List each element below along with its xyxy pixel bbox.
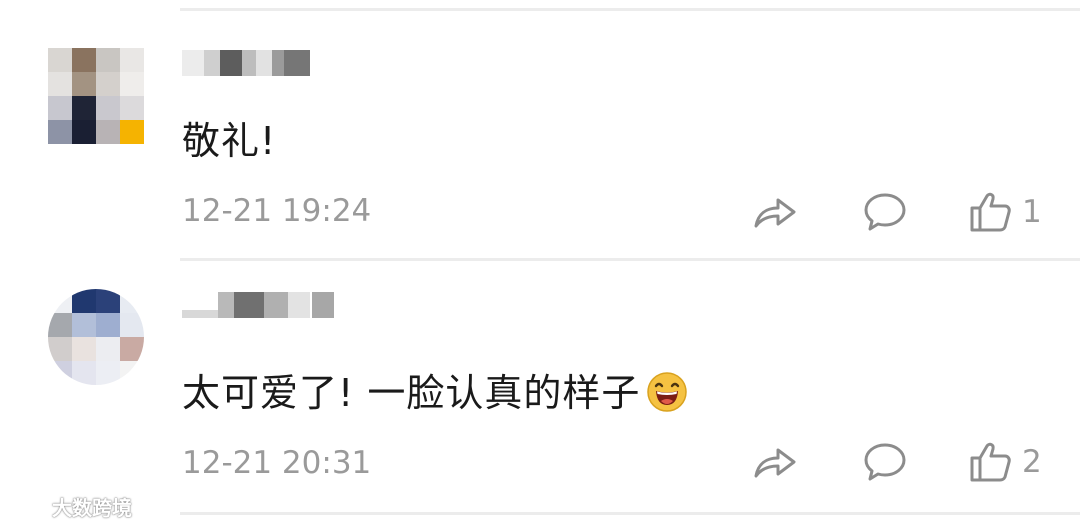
like-button[interactable]: 2 — [968, 437, 1042, 487]
comment-time: 12-21 20:31 — [182, 445, 372, 481]
share-arrow-icon — [754, 448, 796, 478]
comment-item: 太可爱了! 一脸认真的样子 12-21 20:31 2 — [0, 262, 1080, 512]
divider — [180, 512, 1080, 515]
watermark-text: 大数跨境 — [52, 496, 132, 520]
laughing-face-icon — [646, 371, 688, 422]
comment-button[interactable] — [862, 437, 908, 487]
divider — [180, 258, 1080, 261]
comment-bubble-icon — [864, 443, 906, 481]
share-arrow-icon — [754, 198, 796, 228]
watermark-logo-icon — [10, 497, 46, 515]
comment-item: 敬礼! 12-21 19:24 1 — [0, 0, 1080, 258]
comment-button[interactable] — [862, 187, 908, 237]
avatar[interactable] — [48, 289, 144, 385]
comment-actions: 2 — [740, 437, 1060, 487]
avatar[interactable] — [48, 48, 144, 144]
comment-time: 12-21 19:24 — [182, 193, 372, 229]
comment-list-page: 敬礼! 12-21 19:24 1 太可爱了! 一脸认真的样子 12-21 20… — [0, 0, 1080, 526]
comment-text-content: 太可爱了! 一脸认真的样子 — [182, 371, 641, 415]
share-button[interactable] — [752, 437, 798, 487]
username-blurred[interactable] — [182, 288, 342, 320]
comment-text: 敬礼! — [182, 119, 277, 163]
thumbs-up-icon — [970, 442, 1011, 482]
watermark: 大数跨境 — [8, 492, 132, 521]
like-button[interactable]: 1 — [968, 187, 1042, 237]
share-button[interactable] — [752, 187, 798, 237]
like-count: 2 — [1022, 444, 1042, 480]
comment-text: 太可爱了! 一脸认真的样子 — [182, 362, 688, 422]
like-count: 1 — [1022, 194, 1042, 230]
comment-bubble-icon — [864, 193, 906, 231]
comment-actions: 1 — [740, 187, 1060, 237]
thumbs-up-icon — [970, 192, 1011, 232]
username-blurred[interactable] — [182, 46, 342, 78]
